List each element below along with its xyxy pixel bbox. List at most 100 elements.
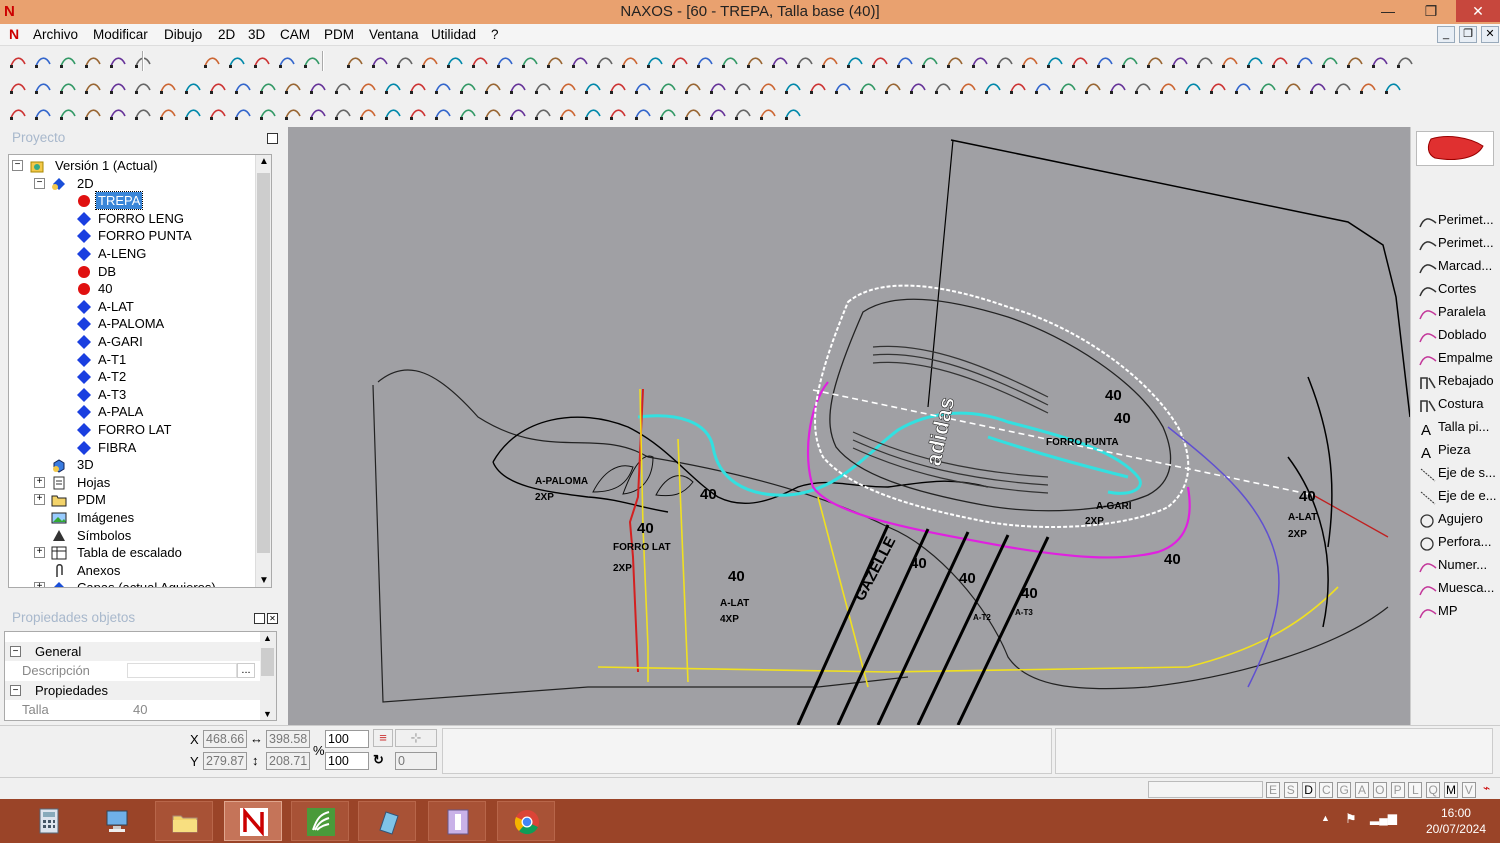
toolbar-tool-icon[interactable]: [1008, 77, 1028, 97]
scale-x-field[interactable]: 100: [325, 730, 369, 748]
toolbar-tool-icon[interactable]: [745, 51, 765, 71]
toolbar-tool-icon[interactable]: [1345, 51, 1365, 71]
descripcion-field[interactable]: [127, 663, 237, 678]
taskbar-app-green[interactable]: [291, 801, 349, 841]
tree-scrollbar[interactable]: ▲ ▼: [255, 155, 271, 587]
toolbar-tool-icon[interactable]: [1158, 77, 1178, 97]
status-toggle-s[interactable]: S: [1283, 782, 1298, 798]
apply-scale-icon[interactable]: ≡: [373, 729, 393, 747]
network-icon[interactable]: ▂▄▆: [1370, 811, 1397, 825]
toolbar-tool-icon[interactable]: [158, 103, 178, 123]
mdi-close-button[interactable]: ✕: [1481, 26, 1499, 43]
toolbar-tool-icon[interactable]: [1295, 51, 1315, 71]
tree-item[interactable]: FORRO LAT: [9, 421, 255, 438]
toolbar-tool-icon[interactable]: [508, 103, 528, 123]
ellipsis-button[interactable]: ...: [237, 663, 255, 678]
taskbar-calculator[interactable]: [20, 801, 78, 841]
toolbar-tool-icon[interactable]: [208, 77, 228, 97]
toolbar-tool-icon[interactable]: [608, 77, 628, 97]
tree-expander-icon[interactable]: +: [34, 582, 45, 587]
talla-value[interactable]: 40: [133, 700, 147, 719]
tree-item[interactable]: DB: [9, 263, 255, 280]
toolbar-tool-icon[interactable]: [33, 103, 53, 123]
toolbar-tool-icon[interactable]: [1220, 51, 1240, 71]
toolbar-tool-icon[interactable]: [983, 77, 1003, 97]
toolbar-tool-icon[interactable]: [1145, 51, 1165, 71]
tool-item[interactable]: Agujero: [1419, 508, 1483, 530]
toolbar-tool-icon[interactable]: [333, 77, 353, 97]
menu-3d[interactable]: 3D: [248, 27, 265, 42]
tree-item[interactable]: Imágenes: [9, 509, 255, 526]
toolbar-tool-icon[interactable]: [1095, 51, 1115, 71]
toolbar-tool-icon[interactable]: [470, 51, 490, 71]
taskbar-folder[interactable]: [155, 801, 213, 841]
tool-item[interactable]: Numer...: [1419, 554, 1487, 576]
toolbar-tool-icon[interactable]: [845, 51, 865, 71]
close-icon[interactable]: ✕: [267, 613, 278, 624]
toolbar-tool-icon[interactable]: [308, 103, 328, 123]
toolbar-tool-icon[interactable]: [283, 103, 303, 123]
toolbar-tool-icon[interactable]: [133, 103, 153, 123]
toolbar-tool-icon[interactable]: [202, 51, 222, 71]
toolbar-tool-icon[interactable]: [433, 77, 453, 97]
props-scroll-thumb[interactable]: [261, 648, 274, 676]
prop-row-talla[interactable]: Talla 40: [5, 700, 261, 719]
toolbar-tool-icon[interactable]: [683, 77, 703, 97]
scroll-up-icon[interactable]: ▲: [259, 156, 269, 167]
tree-expander-icon[interactable]: −: [34, 177, 45, 189]
toolbar-tool-icon[interactable]: [883, 77, 903, 97]
taskbar-clock[interactable]: 16:00 20/07/2024: [1426, 805, 1486, 837]
toolbar-tool-icon[interactable]: [33, 77, 53, 97]
tree-item[interactable]: A-LENG: [9, 245, 255, 262]
tree-scroll-thumb[interactable]: [257, 173, 270, 553]
toolbar-tool-icon[interactable]: [33, 51, 53, 71]
tool-item[interactable]: Rebajado: [1419, 370, 1494, 392]
toolbar-tool-icon[interactable]: [995, 51, 1015, 71]
snap-icon[interactable]: ⌁: [1483, 781, 1497, 797]
toolbar-tool-icon[interactable]: [808, 77, 828, 97]
toolbar-tool-icon[interactable]: [8, 103, 28, 123]
toolbar-tool-icon[interactable]: [1133, 77, 1153, 97]
toolbar-tool-icon[interactable]: [283, 77, 303, 97]
toolbar-tool-icon[interactable]: [308, 77, 328, 97]
tree-item[interactable]: A-GARI: [9, 333, 255, 350]
toolbar-tool-icon[interactable]: [183, 77, 203, 97]
toolbar-tool-icon[interactable]: [820, 51, 840, 71]
toolbar-tool-icon[interactable]: [708, 103, 728, 123]
mdi-minimize-button[interactable]: _: [1437, 26, 1455, 43]
toolbar-tool-icon[interactable]: [433, 103, 453, 123]
toolbar-tool-icon[interactable]: [833, 77, 853, 97]
toolbar-tool-icon[interactable]: [58, 51, 78, 71]
tool-item[interactable]: Marcad...: [1419, 255, 1492, 277]
menu-cam[interactable]: CAM: [280, 27, 310, 42]
menu-archivo[interactable]: Archivo: [33, 27, 78, 42]
rotation-field[interactable]: 0: [395, 752, 437, 770]
toolbar-tool-icon[interactable]: [683, 103, 703, 123]
tool-item[interactable]: Costura: [1419, 393, 1484, 415]
tool-item[interactable]: A Pieza: [1419, 439, 1471, 462]
toolbar-tool-icon[interactable]: [383, 77, 403, 97]
tree-item[interactable]: 3D: [9, 456, 255, 473]
toolbar-tool-icon[interactable]: [1358, 77, 1378, 97]
toolbar-tool-icon[interactable]: [658, 103, 678, 123]
toolbar-tool-icon[interactable]: [520, 51, 540, 71]
toolbar-tool-icon[interactable]: [258, 103, 278, 123]
tree-item[interactable]: FORRO LENG: [9, 210, 255, 227]
toolbar-tool-icon[interactable]: [558, 77, 578, 97]
tool-item[interactable]: Paralela: [1419, 301, 1486, 323]
toolbar-tool-icon[interactable]: [158, 77, 178, 97]
tree-item[interactable]: A-LAT: [9, 298, 255, 315]
x-field[interactable]: 468.66: [203, 730, 247, 748]
tool-item[interactable]: Perfora...: [1419, 531, 1491, 553]
scroll-down-icon[interactable]: ▼: [263, 709, 272, 719]
toolbar-tool-icon[interactable]: [870, 51, 890, 71]
toolbar-tool-icon[interactable]: [1245, 51, 1265, 71]
y-field[interactable]: 279.87: [203, 752, 247, 770]
toolbar-tool-icon[interactable]: [658, 77, 678, 97]
toolbar-tool-icon[interactable]: [420, 51, 440, 71]
scroll-up-icon[interactable]: ▲: [263, 633, 272, 643]
tree-item[interactable]: − 2D: [9, 175, 255, 192]
close-button[interactable]: ✕: [1456, 0, 1500, 22]
toolbar-tool-icon[interactable]: [108, 77, 128, 97]
toolbar-tool-icon[interactable]: [1120, 51, 1140, 71]
